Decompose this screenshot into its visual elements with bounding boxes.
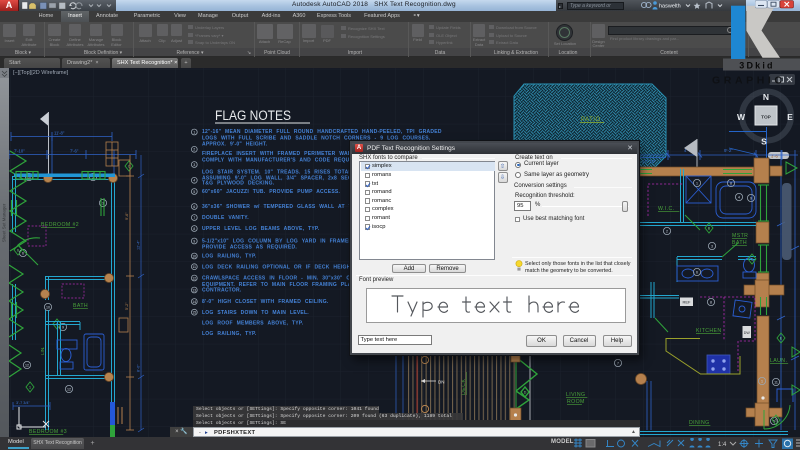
svg-text:W: W: [737, 112, 746, 122]
svg-text:BEDROOM #2: BEDROOM #2: [41, 222, 79, 228]
svg-text:9: 9: [750, 196, 752, 200]
svg-text:DOUBLE VANITY.: DOUBLE VANITY.: [202, 215, 249, 221]
svg-text:UPPER LEVEL LOG BEAMS ABOVE, T: UPPER LEVEL LOG BEAMS ABOVE, TYP.: [202, 226, 320, 232]
svg-text:3Dkid: 3Dkid: [739, 61, 775, 71]
svg-text:7: 7: [193, 216, 195, 220]
svg-text:3'-7 3/4": 3'-7 3/4": [16, 401, 31, 405]
svg-text:11: 11: [774, 380, 778, 384]
svg-text:FLAG NOTES: FLAG NOTES: [215, 108, 291, 123]
svg-text:DINING: DINING: [689, 420, 710, 426]
svg-text:1:4: 1:4: [718, 442, 727, 448]
svg-text:12: 12: [25, 363, 29, 367]
svg-text:N: N: [763, 92, 769, 102]
svg-text:5'-2": 5'-2": [125, 302, 129, 310]
svg-text:T&G PLYWOOD DECKING.: T&G PLYWOOD DECKING.: [202, 181, 275, 187]
svg-text:15: 15: [192, 311, 196, 315]
svg-text:LAUN.: LAUN.: [770, 358, 787, 364]
svg-text:PATIO: PATIO: [581, 117, 601, 123]
svg-text:7'-6": 7'-6": [70, 149, 79, 154]
svg-text:60"x60" JACUZZI TUB. PROVIDE P: 60"x60" JACUZZI TUB. PROVIDE PUMP ACCESS…: [202, 189, 340, 195]
svg-text:13: 13: [192, 288, 196, 292]
svg-text:3: 3: [711, 244, 713, 248]
svg-text:8'-0": 8'-0": [137, 364, 141, 372]
svg-text:6: 6: [22, 251, 24, 255]
svg-text:LOG ROOF MEMBERS ABOVE, TYP.: LOG ROOF MEMBERS ABOVE, TYP.: [202, 321, 304, 327]
svg-text:8: 8: [710, 300, 712, 304]
svg-text:LIN.: LIN.: [40, 347, 45, 355]
svg-text:CONTRACTOR.: CONTRACTOR.: [202, 288, 242, 294]
svg-text:12'-4": 12'-4": [137, 240, 141, 250]
svg-text:12: 12: [67, 387, 71, 391]
svg-text:17'-10": 17'-10": [642, 159, 656, 164]
svg-text:1: 1: [696, 181, 698, 185]
svg-text:ROOM: ROOM: [567, 399, 585, 405]
svg-text:3'-6": 3'-6": [771, 154, 780, 159]
svg-text:LOG STAIRS DOWN TO MAIN LEVEL.: LOG STAIRS DOWN TO MAIN LEVEL.: [202, 310, 309, 316]
svg-text:BATH: BATH: [732, 240, 747, 246]
svg-text:W.I.C.: W.I.C.: [658, 206, 675, 212]
svg-text:1: 1: [761, 379, 763, 383]
svg-text:8: 8: [730, 181, 732, 185]
svg-text:3: 3: [193, 163, 195, 167]
svg-text:MSTR: MSTR: [732, 233, 748, 239]
svg-text:11: 11: [192, 265, 196, 269]
svg-text:12: 12: [192, 276, 196, 280]
svg-text:C: C: [751, 257, 754, 261]
svg-text:2: 2: [193, 148, 195, 152]
svg-text:1: 1: [193, 130, 195, 134]
svg-text:9: 9: [62, 325, 64, 329]
svg-text:LOG RAILING, TYP.: LOG RAILING, TYP.: [202, 254, 257, 260]
svg-text:LIVING: LIVING: [566, 392, 585, 398]
svg-text:1: 1: [29, 385, 31, 389]
svg-text:9'-6": 9'-6": [125, 212, 129, 220]
svg-text:5: 5: [193, 190, 195, 194]
svg-text:6: 6: [17, 248, 19, 252]
svg-text:4: 4: [738, 195, 740, 199]
svg-text:7: 7: [617, 361, 619, 365]
svg-text:REF: REF: [683, 300, 692, 305]
svg-text:5: 5: [775, 418, 777, 422]
svg-text:E: E: [787, 112, 793, 122]
svg-text:36"x36" SHOWER w/ TEMPERED GLA: 36"x36" SHOWER w/ TEMPERED GLASS WALL AT…: [202, 204, 362, 210]
svg-text:GRAPHIC: GRAPHIC: [712, 75, 786, 87]
svg-text:LOG RAILING, TYP.: LOG RAILING, TYP.: [202, 331, 257, 337]
svg-text:4: 4: [193, 179, 195, 183]
svg-text:D: D: [524, 390, 527, 394]
svg-text:8'-0" HIGH CLOSET WITH FRAMED: 8'-0" HIGH CLOSET WITH FRAMED CEILING.: [202, 299, 329, 305]
svg-text:9: 9: [193, 239, 195, 243]
svg-text:S: S: [761, 137, 767, 147]
svg-text:14: 14: [192, 300, 196, 304]
svg-text:7'-10": 7'-10": [14, 149, 25, 154]
svg-text:DW: DW: [744, 331, 751, 335]
svg-text:6: 6: [193, 205, 195, 209]
svg-text:KITCHEN: KITCHEN: [696, 328, 722, 334]
svg-text:12"-16" MEAN DIAMETER FULL ROU: 12"-16" MEAN DIAMETER FULL ROUND HANDCRA…: [202, 129, 442, 135]
svg-text:APPROX. 9'-0" HEIGHT.: APPROX. 9'-0" HEIGHT.: [202, 142, 268, 148]
svg-text:haswelth: haswelth: [659, 4, 681, 10]
svg-text:BATH: BATH: [73, 303, 88, 309]
svg-text:10: 10: [46, 305, 50, 309]
svg-text:9'-2": 9'-2": [724, 148, 733, 153]
svg-text:2: 2: [666, 229, 668, 233]
svg-text:PROVIDE ACCESS AS REQUIRED.: PROVIDE ACCESS AS REQUIRED.: [202, 244, 297, 250]
svg-text:11'-8": 11'-8": [54, 131, 65, 136]
svg-text:10: 10: [192, 254, 196, 258]
svg-text:TOP: TOP: [761, 115, 772, 121]
svg-text:6: 6: [696, 270, 698, 274]
svg-text:DN: DN: [438, 380, 445, 385]
svg-text:8: 8: [193, 227, 195, 231]
svg-text:Sheet Set Manager: Sheet Set Manager: [2, 203, 7, 242]
